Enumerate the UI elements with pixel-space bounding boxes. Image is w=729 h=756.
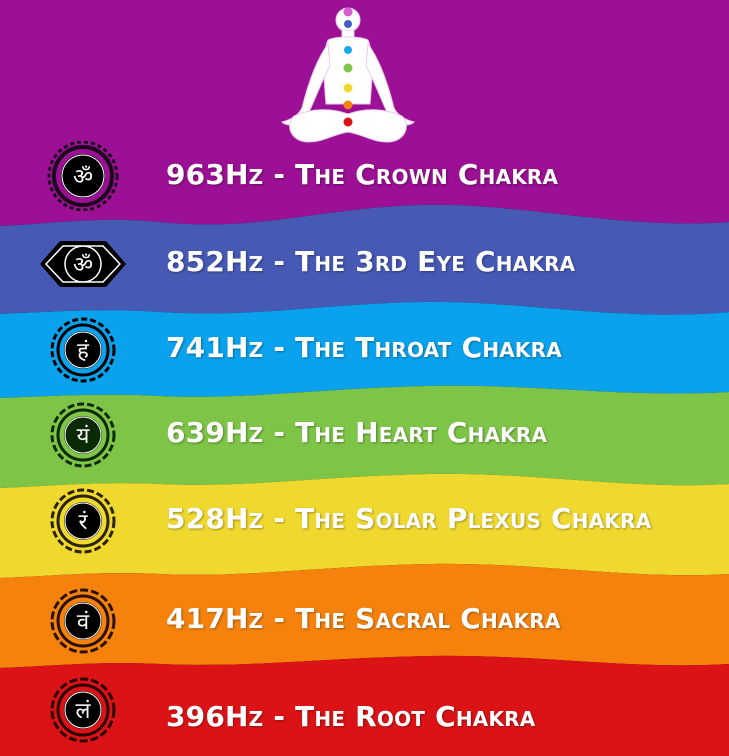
- meditating-figure-icon: [272, 4, 424, 150]
- row-label-throat: 741Hz - The Throat Chakra: [166, 331, 562, 364]
- row-label-crown: 963Hz - The Crown Chakra: [166, 158, 559, 191]
- row-label-heart: 639Hz - The Heart Chakra: [166, 416, 548, 449]
- heart-dot: [343, 63, 353, 73]
- chakra-chart: ॐ 963Hz - The Crown Chakra ॐ 852Hz - The…: [0, 0, 729, 756]
- row-label-third-eye: 852Hz - The 3rd Eye Chakra: [166, 245, 576, 278]
- third-eye-dot: [344, 20, 352, 28]
- crown-dot: [343, 7, 353, 17]
- crown-chakra-icon: ॐ: [38, 141, 128, 211]
- sacral-dot: [343, 100, 353, 110]
- row-label-sacral: 417Hz - The Sacral Chakra: [166, 602, 561, 635]
- solar-plexus-dot: [343, 83, 353, 93]
- heart-chakra-symbol: यं: [77, 424, 91, 449]
- root-chakra-symbol: लं: [76, 699, 92, 724]
- crown-chakra-symbol: ॐ: [73, 165, 93, 190]
- heart-chakra-icon: यं: [38, 400, 128, 470]
- row-label-solar-plexus: 528Hz - The Solar Plexus Chakra: [166, 502, 652, 535]
- solar-plexus-chakra-icon: रं: [38, 486, 128, 556]
- third-eye-chakra-symbol: ॐ: [73, 253, 93, 278]
- row-label-root: 396Hz - The Root Chakra: [166, 700, 536, 733]
- sacral-chakra-symbol: वं: [77, 610, 90, 635]
- solar-plexus-chakra-symbol: रं: [79, 510, 89, 535]
- sacral-chakra-icon: वं: [38, 586, 128, 656]
- throat-dot: [344, 46, 352, 54]
- throat-chakra-icon: हं: [38, 315, 128, 385]
- root-chakra-icon: लं: [38, 675, 128, 745]
- root-dot: [343, 117, 353, 127]
- third-eye-chakra-icon: ॐ: [38, 229, 128, 299]
- throat-chakra-symbol: हं: [77, 339, 89, 364]
